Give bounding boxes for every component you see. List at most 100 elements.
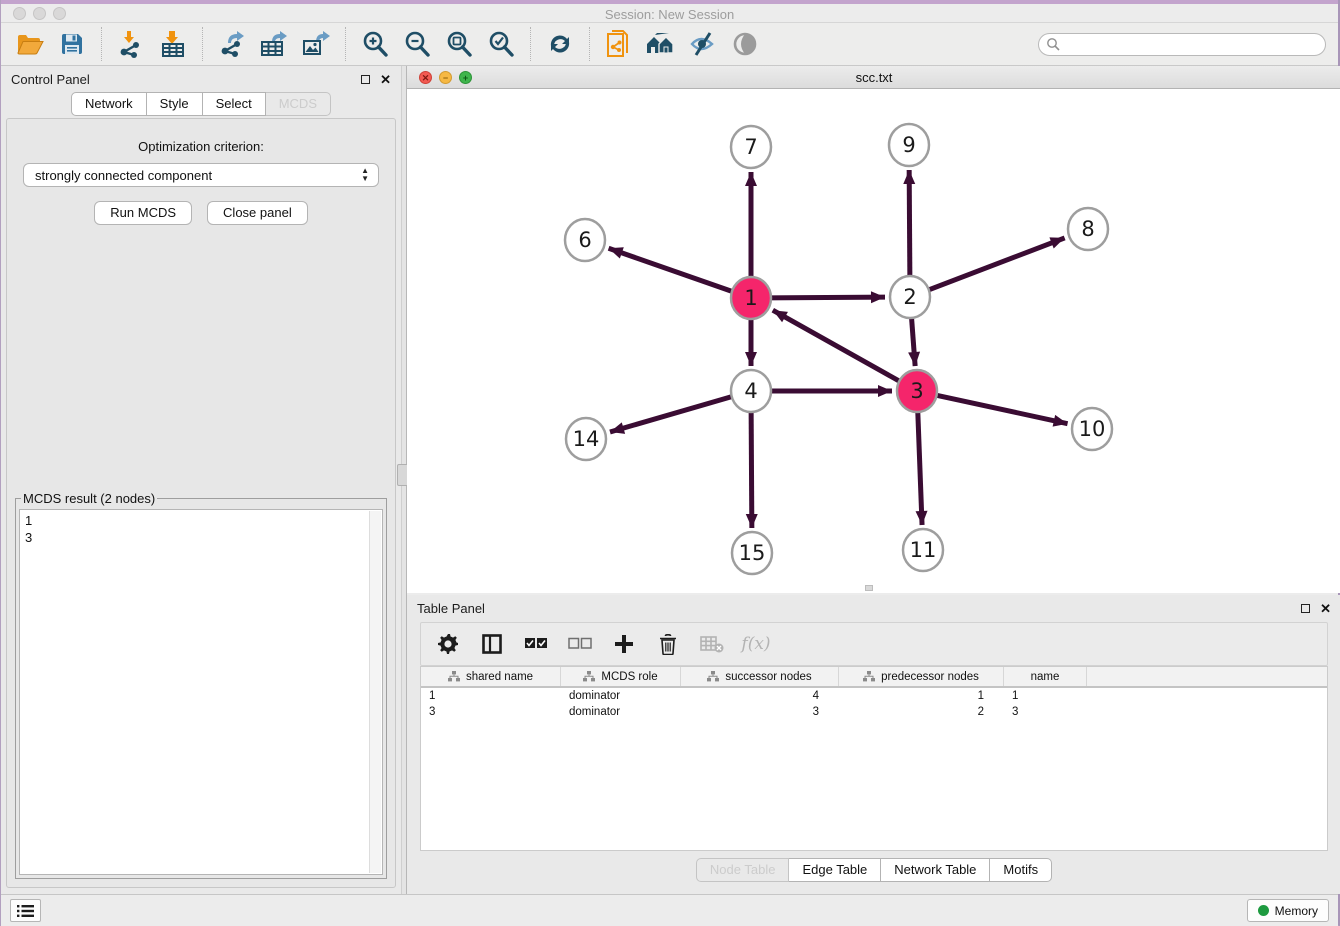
control-panel: Control Panel ✕ Network Style Select MCD… xyxy=(1,66,401,894)
graph-node-4[interactable]: 4 xyxy=(731,370,771,412)
table-row[interactable]: 1dominator411 xyxy=(421,688,1327,704)
mcds-result-text[interactable]: 13 xyxy=(19,509,383,875)
memory-status-icon xyxy=(1258,905,1269,916)
graph-node-11[interactable]: 11 xyxy=(903,529,943,571)
select-all-columns-icon[interactable] xyxy=(523,631,549,657)
task-history-button[interactable] xyxy=(10,899,41,922)
table-cell[interactable]: 1 xyxy=(421,688,561,704)
graph-node-14[interactable]: 14 xyxy=(566,418,606,460)
first-neighbors-icon[interactable] xyxy=(645,28,677,60)
zoom-in-icon[interactable] xyxy=(359,28,391,60)
column-type-icon xyxy=(863,671,875,682)
tab-node-table[interactable]: Node Table xyxy=(696,858,790,882)
table-cell[interactable]: 3 xyxy=(421,704,561,720)
open-file-icon[interactable] xyxy=(14,28,46,60)
create-column-icon[interactable] xyxy=(611,631,637,657)
apply-layout-icon[interactable] xyxy=(544,28,576,60)
hide-selected-icon[interactable] xyxy=(687,28,719,60)
search-input[interactable] xyxy=(1038,33,1326,56)
table-cell[interactable]: 1 xyxy=(1004,688,1087,704)
run-mcds-button[interactable]: Run MCDS xyxy=(94,201,192,225)
float-table-panel-icon[interactable] xyxy=(1301,604,1310,613)
export-network-icon[interactable] xyxy=(216,28,248,60)
import-network-icon[interactable] xyxy=(115,28,147,60)
network-canvas[interactable]: 7 9 6 8 1 2 4 3 14 10 15 11 xyxy=(407,89,1340,593)
import-table-icon[interactable] xyxy=(157,28,189,60)
mcds-result-fieldset: MCDS result (2 nodes) 13 xyxy=(15,491,387,879)
zoom-fit-icon[interactable] xyxy=(443,28,475,60)
show-column-panel-icon[interactable] xyxy=(479,631,505,657)
graph-node-label: 1 xyxy=(744,286,757,310)
table-cell[interactable]: 3 xyxy=(681,704,839,720)
graph-edge-1-6[interactable] xyxy=(609,248,736,292)
network-resize-grip[interactable] xyxy=(865,585,873,591)
graph-node-9[interactable]: 9 xyxy=(889,124,929,166)
export-table-icon[interactable] xyxy=(258,28,290,60)
network-window-titlebar[interactable]: ✕ − + scc.txt xyxy=(407,66,1340,89)
tab-network-table[interactable]: Network Table xyxy=(881,858,990,882)
graph-edge-2-3[interactable] xyxy=(911,313,915,366)
column-header-label: shared name xyxy=(466,671,533,683)
memory-button[interactable]: Memory xyxy=(1247,899,1329,922)
graph-edge-4-14[interactable] xyxy=(610,395,736,432)
graph-node-6[interactable]: 6 xyxy=(565,219,605,261)
toolbar-separator xyxy=(101,27,102,61)
column-header-shared-name[interactable]: shared name xyxy=(421,667,561,686)
mcds-result-lines: 13 xyxy=(25,512,366,546)
graph-node-3[interactable]: 3 xyxy=(897,370,937,412)
graph-edge-4-15[interactable] xyxy=(751,407,752,528)
table-row[interactable]: 3dominator323 xyxy=(421,704,1327,720)
close-table-panel-icon[interactable]: ✕ xyxy=(1320,602,1331,615)
table-cell[interactable]: 2 xyxy=(839,704,1004,720)
graph-edge-2-8[interactable] xyxy=(925,238,1065,291)
table-cell[interactable]: 1 xyxy=(839,688,1004,704)
show-all-icon[interactable] xyxy=(729,28,761,60)
network-graph[interactable]: 7 9 6 8 1 2 4 3 14 10 15 11 xyxy=(407,89,1340,593)
graph-node-8[interactable]: 8 xyxy=(1068,208,1108,250)
zoom-out-icon[interactable] xyxy=(401,28,433,60)
tab-motifs[interactable]: Motifs xyxy=(990,858,1052,882)
column-header-predecessor-nodes[interactable]: predecessor nodes xyxy=(839,667,1004,686)
close-panel-icon[interactable]: ✕ xyxy=(380,73,391,86)
status-bar: Memory xyxy=(1,894,1338,926)
column-header-successor-nodes[interactable]: successor nodes xyxy=(681,667,839,686)
graph-node-2[interactable]: 2 xyxy=(890,276,930,318)
table-cell[interactable]: 3 xyxy=(1004,704,1087,720)
tab-select[interactable]: Select xyxy=(203,92,266,116)
table-cell[interactable]: dominator xyxy=(561,688,681,704)
column-header-MCDS-role[interactable]: MCDS role xyxy=(561,667,681,686)
result-scrollbar[interactable] xyxy=(369,511,381,873)
close-panel-button[interactable]: Close panel xyxy=(207,201,308,225)
graph-node-10[interactable]: 10 xyxy=(1072,408,1112,450)
tab-style[interactable]: Style xyxy=(147,92,203,116)
criterion-value: strongly connected component xyxy=(35,168,212,183)
graph-node-1[interactable]: 1 xyxy=(731,277,771,319)
unselect-all-columns-icon[interactable] xyxy=(567,631,593,657)
save-session-icon[interactable] xyxy=(56,28,88,60)
zoom-selected-icon[interactable] xyxy=(485,28,517,60)
table-cell[interactable]: dominator xyxy=(561,704,681,720)
new-network-from-file-icon[interactable] xyxy=(603,28,635,60)
tab-network[interactable]: Network xyxy=(71,92,147,116)
tab-mcds[interactable]: MCDS xyxy=(266,92,331,116)
column-header-name[interactable]: name xyxy=(1004,667,1087,686)
mcds-panel: Optimization criterion: strongly connect… xyxy=(6,118,396,888)
float-panel-icon[interactable] xyxy=(361,75,370,84)
graph-edge-1-2[interactable] xyxy=(767,297,885,298)
graph-edge-3-11[interactable] xyxy=(918,407,922,525)
graph-node-7[interactable]: 7 xyxy=(731,126,771,168)
graph-edge-3-1[interactable] xyxy=(773,310,903,383)
tab-edge-table[interactable]: Edge Table xyxy=(789,858,881,882)
table-cell[interactable]: 4 xyxy=(681,688,839,704)
column-type-icon xyxy=(707,671,719,682)
graph-node-label: 14 xyxy=(573,427,600,451)
graph-node-15[interactable]: 15 xyxy=(732,532,772,574)
graph-edge-2-9[interactable] xyxy=(909,170,910,281)
criterion-select[interactable]: strongly connected component ▲▼ xyxy=(23,163,379,187)
table-settings-gear-icon[interactable] xyxy=(435,631,461,657)
graph-node-label: 10 xyxy=(1079,417,1106,441)
search-icon xyxy=(1046,37,1061,52)
delete-column-icon[interactable] xyxy=(655,631,681,657)
export-image-icon[interactable] xyxy=(300,28,332,60)
graph-edge-3-10[interactable] xyxy=(933,394,1068,423)
